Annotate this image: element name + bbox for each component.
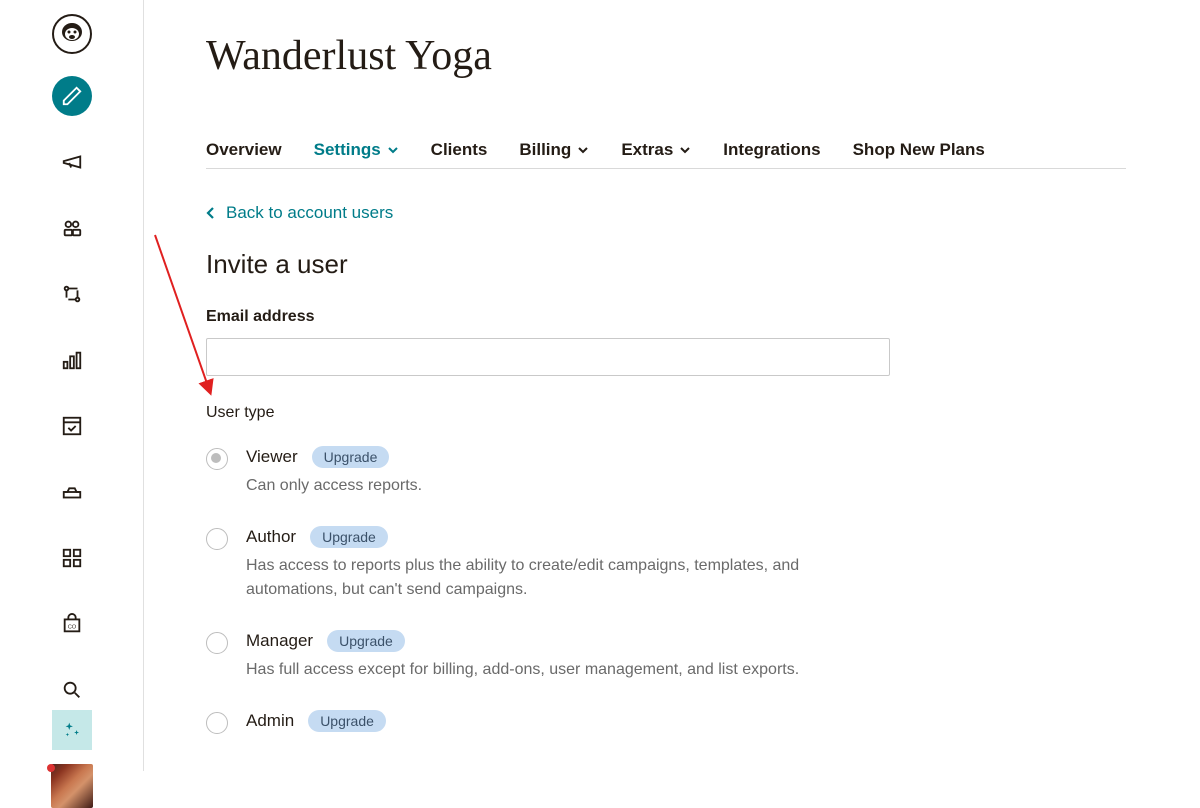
radio-manager: Manager Upgrade Has full access except f… — [206, 630, 1126, 682]
radio-title: Manager — [246, 631, 313, 651]
radio-desc: Has access to reports plus the ability t… — [246, 554, 886, 602]
radio-title: Author — [246, 527, 296, 547]
radio-desc: Can only access reports. — [246, 474, 886, 498]
website-icon[interactable] — [52, 472, 92, 512]
upgrade-badge[interactable]: Upgrade — [308, 710, 386, 732]
content-icon[interactable] — [52, 406, 92, 446]
tab-shop-plans[interactable]: Shop New Plans — [853, 140, 985, 160]
radio-button[interactable] — [206, 528, 228, 550]
tab-clients[interactable]: Clients — [431, 140, 488, 160]
radio-button[interactable] — [206, 632, 228, 654]
tabs: Overview Settings Clients Billing Extras… — [206, 140, 1126, 169]
chevron-down-icon — [679, 140, 691, 160]
email-field[interactable] — [206, 338, 890, 376]
sidebar: CO — [0, 0, 144, 771]
sidebar-bottom — [51, 710, 93, 808]
search-icon[interactable] — [52, 670, 92, 710]
radio-title: Viewer — [246, 447, 298, 467]
upgrade-badge[interactable]: Upgrade — [310, 526, 388, 548]
nav-icons: CO — [52, 76, 92, 710]
create-icon[interactable] — [52, 76, 92, 116]
tab-settings[interactable]: Settings — [314, 140, 399, 160]
tab-billing[interactable]: Billing — [519, 140, 589, 160]
chevron-left-icon — [206, 206, 216, 220]
email-label: Email address — [206, 308, 1126, 326]
section-title: Invite a user — [206, 249, 1126, 280]
apps-icon[interactable] — [52, 538, 92, 578]
radio-button[interactable] — [206, 448, 228, 470]
radio-desc: Has full access except for billing, add-… — [246, 658, 886, 682]
campaigns-icon[interactable] — [52, 142, 92, 182]
mailchimp-logo[interactable] — [52, 14, 92, 54]
svg-text:CO: CO — [67, 625, 76, 631]
analytics-icon[interactable] — [52, 340, 92, 380]
chevron-down-icon — [577, 140, 589, 160]
radio-viewer: Viewer Upgrade Can only access reports. — [206, 446, 1126, 498]
page-title: Wanderlust Yoga — [206, 32, 1126, 80]
upgrade-badge[interactable]: Upgrade — [312, 446, 390, 468]
automations-icon[interactable] — [52, 274, 92, 314]
radio-author: Author Upgrade Has access to reports plu… — [206, 526, 1126, 602]
user-type-label: User type — [206, 404, 1126, 422]
upgrade-badge[interactable]: Upgrade — [327, 630, 405, 652]
tab-integrations[interactable]: Integrations — [723, 140, 820, 160]
radio-title: Admin — [246, 711, 294, 731]
audience-icon[interactable] — [52, 208, 92, 248]
tab-overview[interactable]: Overview — [206, 140, 282, 160]
main-content: Wanderlust Yoga Overview Settings Client… — [206, 32, 1126, 766]
chevron-down-icon — [387, 140, 399, 160]
radio-admin: Admin Upgrade — [206, 710, 1126, 738]
commerce-icon[interactable]: CO — [52, 604, 92, 644]
tab-extras[interactable]: Extras — [621, 140, 691, 160]
radio-button[interactable] — [206, 712, 228, 734]
sparkle-icon[interactable] — [52, 710, 92, 750]
back-link[interactable]: Back to account users — [206, 203, 393, 223]
